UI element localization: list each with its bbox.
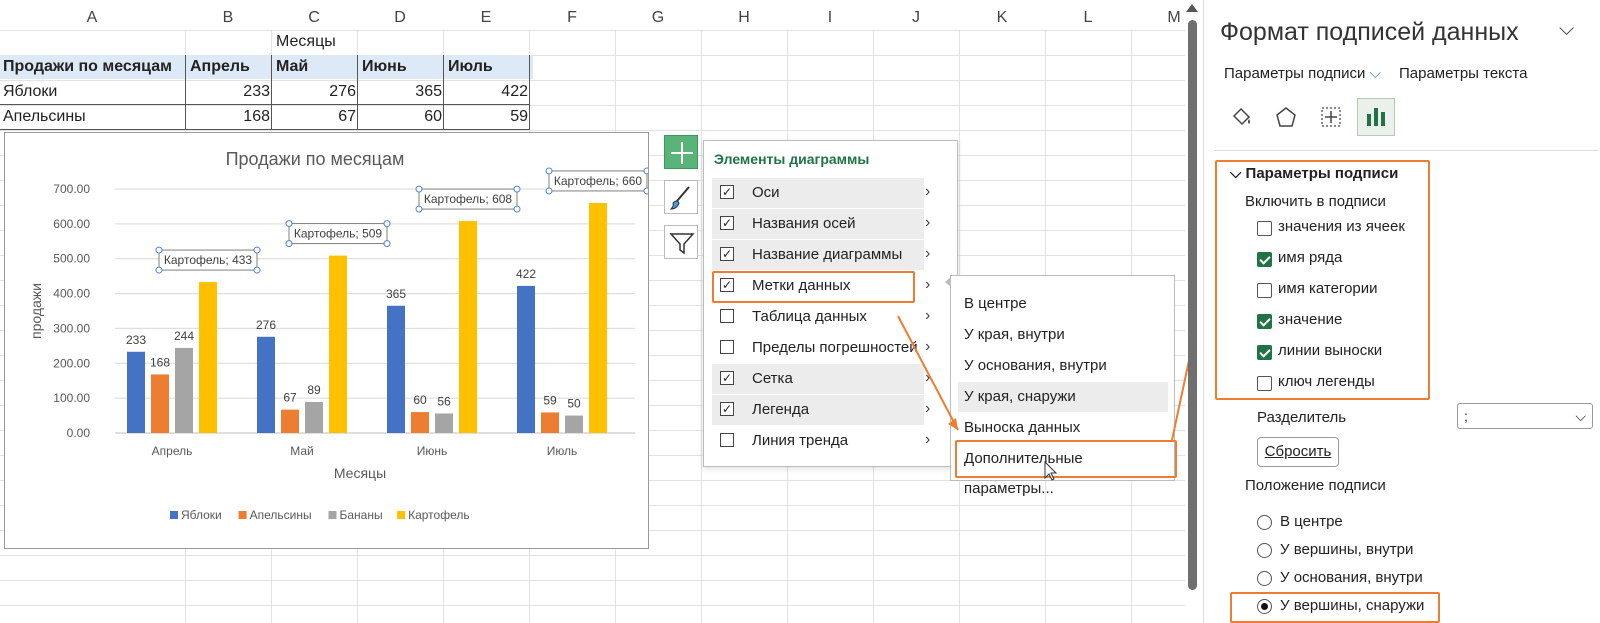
separator-label: Разделитель (1257, 409, 1347, 426)
size-properties-tab[interactable] (1312, 98, 1350, 136)
label-options-tab[interactable] (1357, 98, 1395, 136)
pentagon-icon (1276, 107, 1296, 127)
reset-label: Сбросить (1264, 443, 1332, 460)
size-properties-icon (1321, 107, 1341, 127)
chevron-down-icon: ⌵ (1369, 65, 1381, 82)
highlight-outside-end (1230, 592, 1440, 623)
radio-label[interactable]: В центре (1280, 513, 1343, 530)
annotation-arrows (897, 315, 1188, 481)
chevron-down-icon: ⌵ (1575, 408, 1586, 424)
pane-title: Формат подписей данных (1220, 18, 1519, 46)
effects-tab[interactable] (1267, 98, 1305, 136)
radio-button[interactable] (1257, 543, 1272, 558)
highlight-label-options (1215, 160, 1430, 400)
tab-label-options[interactable]: Параметры подписи ⌵ (1224, 65, 1381, 82)
fill-line-tab[interactable] (1222, 98, 1260, 136)
bar-chart-icon (1367, 108, 1385, 126)
separator-value: ; (1464, 408, 1468, 424)
radio-button[interactable] (1257, 571, 1272, 586)
separator-select[interactable]: ; ⌵ (1457, 403, 1593, 429)
divider (1214, 150, 1599, 151)
vertical-scrollbar[interactable] (1188, 20, 1197, 590)
tab-label-options-text: Параметры подписи (1224, 65, 1366, 82)
paint-bucket-icon (1232, 107, 1251, 126)
radio-label[interactable]: У основания, внутри (1280, 569, 1423, 586)
scroll-up-icon[interactable] (1186, 4, 1198, 12)
spreadsheet-grid[interactable]: ABCDEFGHIJKLM Месяцы Продажи по месяцам … (0, 0, 1188, 623)
tab-text-options[interactable]: Параметры текста (1399, 65, 1527, 82)
radio-label[interactable]: У вершины, внутри (1280, 541, 1413, 558)
position-label: Положение подписи (1245, 477, 1386, 494)
chevron-down-icon[interactable]: ⌵ (1559, 18, 1574, 41)
reset-button[interactable]: Сбросить (1257, 437, 1339, 467)
radio-button[interactable] (1257, 515, 1272, 530)
